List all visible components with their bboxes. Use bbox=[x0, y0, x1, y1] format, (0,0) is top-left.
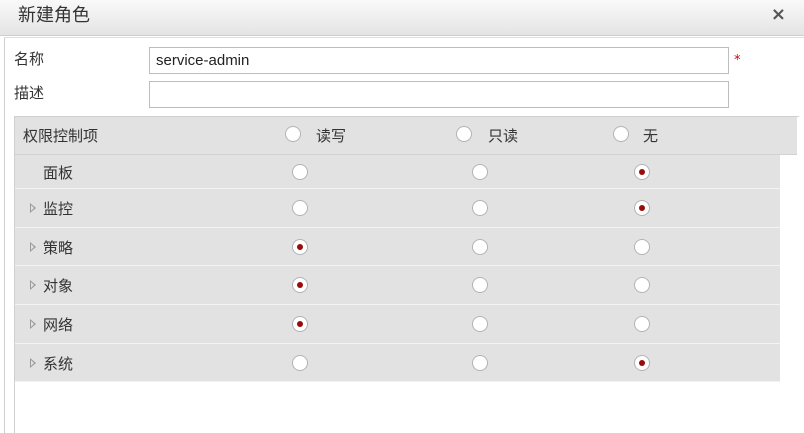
permission-radio-0[interactable] bbox=[292, 200, 308, 216]
permission-row: 监控 bbox=[15, 189, 780, 228]
permission-row: 面板 bbox=[15, 155, 780, 189]
permission-row-label: 网络 bbox=[43, 316, 74, 334]
permission-row-label: 对象 bbox=[43, 277, 74, 295]
permission-radio-1[interactable] bbox=[472, 316, 488, 332]
header-option-label: 读写 bbox=[316, 127, 347, 145]
name-input[interactable] bbox=[149, 47, 729, 74]
permission-radio-1[interactable] bbox=[472, 355, 488, 371]
permission-radio-0[interactable] bbox=[292, 316, 308, 332]
permission-row-label: 监控 bbox=[43, 200, 74, 218]
close-icon[interactable]: × bbox=[771, 4, 786, 26]
permission-row: 系统 bbox=[15, 344, 780, 382]
required-mark: * bbox=[734, 53, 741, 68]
permission-radio-0[interactable] bbox=[292, 239, 308, 255]
permission-radio-2[interactable] bbox=[634, 316, 650, 332]
permission-row: 对象 bbox=[15, 266, 780, 305]
permission-header-title: 权限控制项 bbox=[23, 127, 99, 145]
permission-radio-2[interactable] bbox=[634, 355, 650, 371]
permission-radio-0[interactable] bbox=[292, 355, 308, 371]
header-radio-1[interactable] bbox=[456, 126, 472, 142]
expand-triangle-icon[interactable] bbox=[30, 319, 36, 329]
permission-radio-1[interactable] bbox=[472, 277, 488, 293]
header-radio-0[interactable] bbox=[285, 126, 301, 142]
expand-triangle-icon[interactable] bbox=[30, 280, 36, 290]
expand-triangle-icon[interactable] bbox=[30, 242, 36, 252]
permission-radio-2[interactable] bbox=[634, 164, 650, 180]
description-input[interactable] bbox=[149, 81, 729, 108]
permission-radio-0[interactable] bbox=[292, 164, 308, 180]
permission-radio-1[interactable] bbox=[472, 200, 488, 216]
permission-radio-1[interactable] bbox=[472, 164, 488, 180]
permission-row: 网络 bbox=[15, 305, 780, 344]
dialog-title: 新建角色 bbox=[18, 5, 90, 26]
expand-triangle-icon[interactable] bbox=[30, 203, 36, 213]
dialog-titlebar: 新建角色 × bbox=[0, 0, 804, 36]
permission-header: 权限控制项 读写 只读 无 bbox=[15, 117, 797, 155]
permission-radio-2[interactable] bbox=[634, 200, 650, 216]
expand-triangle-icon[interactable] bbox=[30, 358, 36, 368]
permission-radio-2[interactable] bbox=[634, 277, 650, 293]
header-option-label: 只读 bbox=[488, 127, 519, 145]
permission-radio-1[interactable] bbox=[472, 239, 488, 255]
permission-row-label: 系统 bbox=[43, 355, 74, 373]
permission-radio-2[interactable] bbox=[634, 239, 650, 255]
permission-row: 策略 bbox=[15, 228, 780, 266]
permission-radio-0[interactable] bbox=[292, 277, 308, 293]
new-role-dialog: 新建角色 × 名称 * 描述 权限控制项 读写 只读 无 面板监控策略对象网络系统 bbox=[0, 0, 804, 433]
permission-row-label: 面板 bbox=[43, 164, 74, 182]
description-label: 描述 bbox=[14, 84, 45, 102]
header-option-label: 无 bbox=[643, 127, 659, 145]
header-radio-2[interactable] bbox=[613, 126, 629, 142]
name-label: 名称 bbox=[14, 50, 45, 68]
permission-row-label: 策略 bbox=[43, 239, 74, 257]
